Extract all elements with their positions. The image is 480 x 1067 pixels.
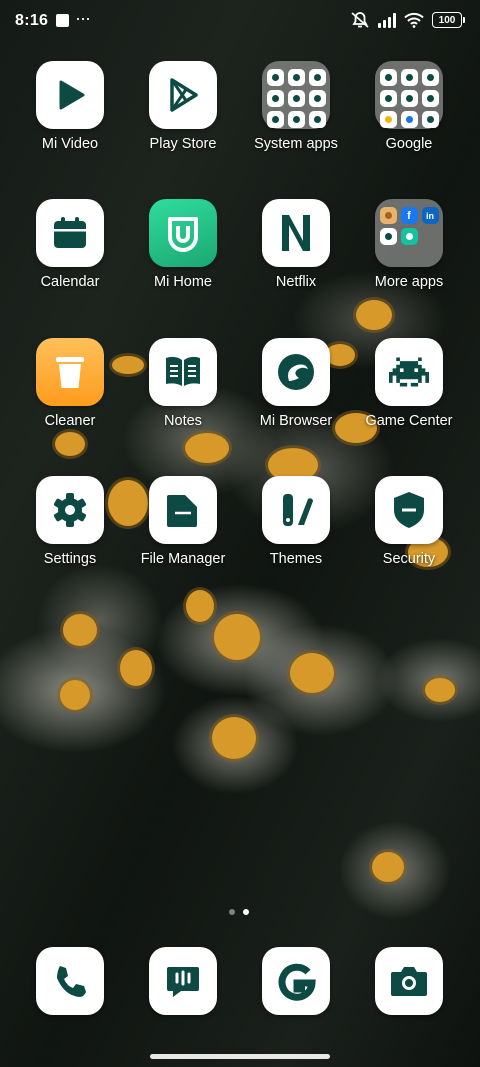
signal-icon — [378, 12, 396, 28]
dock-camera[interactable] — [375, 947, 443, 1015]
battery-icon: 100 — [432, 12, 465, 28]
folder-file-icon — [167, 495, 197, 527]
app-netflix[interactable]: Netflix — [240, 199, 352, 290]
page-indicator[interactable] — [229, 909, 249, 915]
app-label: Netflix — [275, 274, 317, 290]
play-icon — [59, 80, 85, 110]
play-store-icon — [170, 78, 198, 112]
shield-icon — [394, 492, 424, 528]
alarm-off-icon — [351, 12, 369, 28]
calendar-icon — [54, 217, 86, 248]
folder-system-apps[interactable]: System apps — [240, 61, 352, 152]
status-bar: 8:16 ··· 100 — [0, 0, 480, 44]
app-label: Mi Video — [41, 136, 99, 152]
page-dot[interactable] — [229, 909, 235, 915]
app-mi-home[interactable]: Mi Home — [127, 199, 239, 290]
app-play-store[interactable]: Play Store — [127, 61, 239, 152]
app-security[interactable]: Security — [353, 476, 465, 567]
app-label: System apps — [254, 136, 338, 152]
app-label: Game Center — [365, 413, 453, 429]
themes-brush-icon — [283, 494, 313, 526]
phone-icon — [57, 966, 86, 997]
gesture-navigation-bar[interactable] — [150, 1054, 330, 1059]
netflix-n-icon — [282, 215, 310, 251]
page-dot-active[interactable] — [243, 909, 249, 915]
app-label: Play Store — [149, 136, 217, 152]
app-label: Security — [382, 551, 436, 567]
browser-icon — [278, 354, 314, 390]
app-game-center[interactable]: Game Center — [353, 338, 465, 429]
gear-icon — [54, 493, 86, 527]
app-label: Settings — [43, 551, 97, 567]
folder-more-apps[interactable]: f in More apps — [353, 199, 465, 290]
app-label: Google — [385, 136, 433, 152]
screenshot-icon — [56, 14, 69, 27]
folder-icon — [262, 61, 330, 129]
app-label: Mi Home — [153, 274, 212, 290]
dock-messages[interactable] — [149, 947, 217, 1015]
folder-icon — [375, 61, 443, 129]
app-label: Calendar — [40, 274, 100, 290]
status-time: 8:16 — [15, 12, 49, 29]
app-mi-video[interactable]: Mi Video — [14, 61, 126, 152]
app-label: More apps — [374, 274, 444, 290]
app-notes[interactable]: Notes — [127, 338, 239, 429]
mi-home-icon — [168, 217, 198, 252]
app-label: Themes — [269, 551, 323, 567]
app-label: Cleaner — [44, 413, 96, 429]
open-book-icon — [166, 356, 200, 386]
folder-google[interactable]: Google — [353, 61, 465, 152]
trash-icon — [56, 357, 84, 388]
more-dots-icon: ··· — [75, 8, 91, 28]
messages-icon — [167, 967, 199, 997]
app-mi-browser[interactable]: Mi Browser — [240, 338, 352, 429]
app-settings[interactable]: Settings — [14, 476, 126, 567]
dock-phone[interactable] — [36, 947, 104, 1015]
app-label: File Manager — [140, 551, 226, 567]
camera-icon — [391, 967, 427, 996]
battery-level: 100 — [438, 14, 456, 26]
folder-icon: f in — [375, 199, 443, 267]
space-invader-icon — [389, 357, 429, 387]
app-cleaner[interactable]: Cleaner — [14, 338, 126, 429]
app-calendar[interactable]: Calendar — [14, 199, 126, 290]
app-label: Mi Browser — [259, 413, 333, 429]
app-themes[interactable]: Themes — [240, 476, 352, 567]
app-label: Notes — [164, 413, 202, 429]
dock-google[interactable] — [262, 947, 330, 1015]
google-g-icon — [278, 963, 316, 1001]
app-file-manager[interactable]: File Manager — [127, 476, 239, 567]
wifi-icon — [404, 12, 424, 28]
